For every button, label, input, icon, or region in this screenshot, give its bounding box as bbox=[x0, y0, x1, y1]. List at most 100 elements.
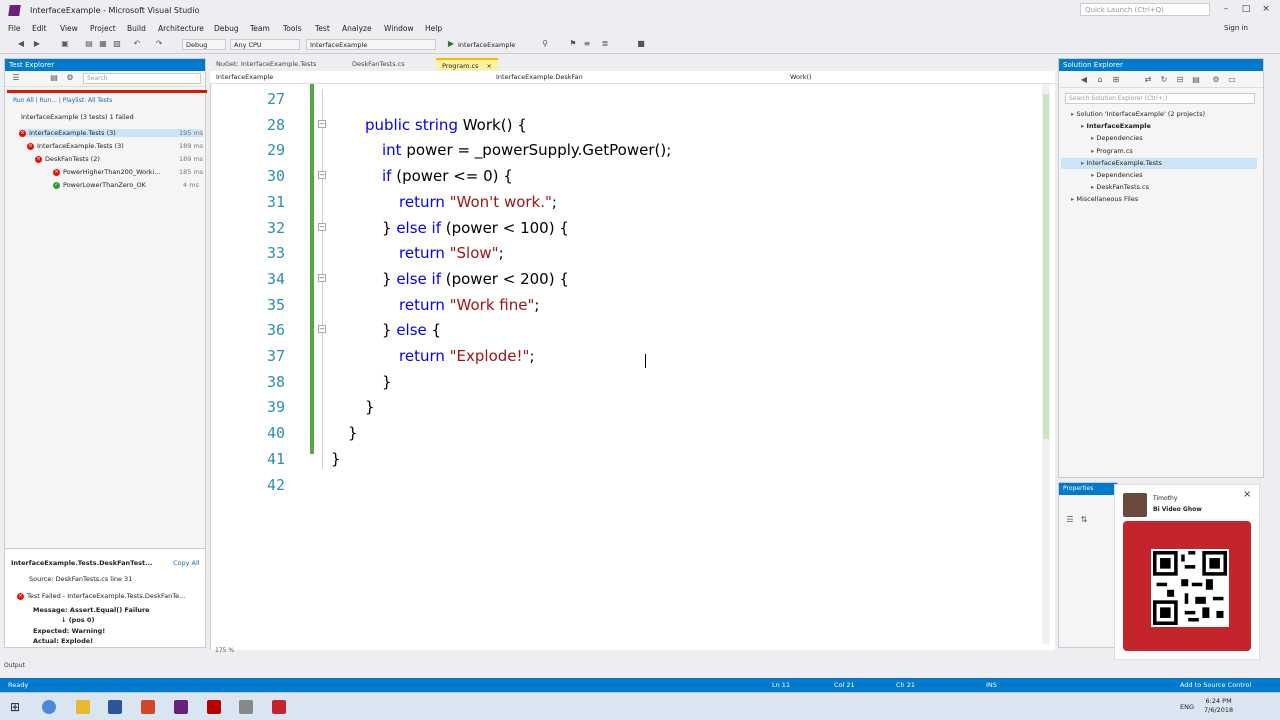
close-icon[interactable]: × bbox=[1260, 4, 1272, 14]
tab-nuget[interactable]: NuGet: InterfaceExample.Tests bbox=[210, 58, 322, 70]
show-all-files-icon[interactable]: ▤ bbox=[1191, 75, 1201, 85]
menu-help[interactable]: Help bbox=[425, 24, 442, 33]
categorized-icon[interactable]: ☰ bbox=[1065, 515, 1075, 525]
collapse-icon[interactable]: − bbox=[318, 222, 326, 231]
save-all-icon[interactable]: ▧ bbox=[112, 39, 122, 49]
menu-view[interactable]: View bbox=[60, 24, 78, 33]
undo-icon[interactable]: ↶ bbox=[132, 39, 142, 49]
add-to-source-control[interactable]: Add to Source Control bbox=[1180, 681, 1251, 689]
test-run-links[interactable]: Run All | Run... | Playlist: All Tests bbox=[13, 97, 112, 104]
nav-class-dropdown[interactable]: InterfaceExample.DeskFan bbox=[496, 73, 583, 81]
nav-project-dropdown[interactable]: InterfaceExample bbox=[216, 73, 273, 81]
line-number: 37 bbox=[266, 347, 285, 365]
nav-member-dropdown[interactable]: Work() bbox=[790, 73, 812, 81]
chrome-icon[interactable] bbox=[42, 700, 56, 714]
collapse-icon[interactable]: − bbox=[318, 273, 326, 282]
bookmark-icon[interactable]: ⚑ bbox=[568, 39, 578, 49]
startup-project-dropdown[interactable]: InterfaceExample bbox=[306, 39, 436, 50]
save-icon[interactable]: ▦ bbox=[98, 39, 108, 49]
menu-debug[interactable]: Debug bbox=[214, 24, 239, 33]
solution-tree-item[interactable]: ▸ Dependencies bbox=[1091, 134, 1143, 142]
sign-in-link[interactable]: Sign in bbox=[1224, 24, 1248, 32]
test-tree-row[interactable]: × PowerHigherThan200_Worki... 185 ms bbox=[53, 168, 203, 176]
zoom-level[interactable]: 175 % bbox=[215, 647, 234, 654]
collapse-icon[interactable]: − bbox=[318, 119, 326, 128]
tab-close-icon[interactable]: × bbox=[487, 62, 492, 70]
tab-deskfantests[interactable]: DeskFanTests.cs bbox=[346, 58, 411, 70]
windows-start-icon[interactable]: ⊞ bbox=[8, 700, 22, 714]
language-indicator[interactable]: ENG bbox=[1180, 703, 1194, 711]
system-clock[interactable]: 6:24 PM 7/6/2018 bbox=[1204, 697, 1233, 715]
solution-tree-item[interactable]: ▸ Dependencies bbox=[1091, 171, 1143, 179]
preview-icon[interactable]: ▭ bbox=[1227, 75, 1237, 85]
menu-file[interactable]: File bbox=[8, 24, 21, 33]
scroll-thumb[interactable] bbox=[1043, 94, 1049, 439]
test-tree-row[interactable]: ✓ PowerLowerThanZero_OK 4 ms bbox=[53, 181, 203, 189]
playlist-icon[interactable]: ▤ bbox=[49, 73, 59, 83]
minimize-icon[interactable]: – bbox=[1220, 4, 1232, 14]
collapse-icon[interactable]: − bbox=[318, 171, 326, 180]
output-label[interactable]: Output bbox=[4, 662, 25, 669]
tab-program[interactable]: Program.cs × bbox=[436, 58, 498, 70]
comment-icon[interactable]: ≡ bbox=[582, 39, 592, 49]
visual-studio-icon[interactable] bbox=[174, 700, 188, 714]
app-icon[interactable] bbox=[207, 700, 221, 714]
redo-icon[interactable]: ↷ bbox=[154, 39, 164, 49]
test-duration: 195 ms bbox=[179, 129, 204, 137]
solution-tree-item[interactable]: ▸ InterfaceExample bbox=[1081, 122, 1151, 130]
menu-analyze[interactable]: Analyze bbox=[342, 24, 372, 33]
menu-tools[interactable]: Tools bbox=[283, 24, 301, 33]
refresh-icon[interactable]: ↻ bbox=[1159, 75, 1169, 85]
solution-tree-item[interactable]: ▸ InterfaceExample.Tests bbox=[1081, 159, 1162, 167]
copy-all-link[interactable]: Copy All bbox=[173, 559, 200, 567]
properties-icon[interactable]: ⚙ bbox=[1211, 75, 1221, 85]
new-project-icon[interactable]: ▣ bbox=[60, 39, 70, 49]
menu-edit[interactable]: Edit bbox=[32, 24, 47, 33]
test-source-link[interactable]: Source: DeskFanTests.cs line 31 bbox=[29, 575, 132, 583]
home-icon[interactable]: ⌂ bbox=[1095, 75, 1105, 85]
vertical-scrollbar[interactable] bbox=[1042, 84, 1050, 644]
test-tree-row[interactable]: × DeskFanTests (2) 189 ms bbox=[35, 155, 203, 163]
start-debugging-icon[interactable]: ▶ bbox=[446, 39, 456, 49]
test-tree-row[interactable]: × InterfaceExample.Tests (3) 189 ms bbox=[27, 142, 203, 150]
platform-dropdown[interactable]: Any CPU bbox=[230, 39, 300, 50]
menu-team[interactable]: Team bbox=[250, 24, 270, 33]
quick-launch-input[interactable]: Quick Launch (Ctrl+Q) bbox=[1080, 3, 1210, 16]
menu-window[interactable]: Window bbox=[384, 24, 414, 33]
start-debugging-label[interactable]: InterfaceExample bbox=[458, 41, 515, 49]
menu-architecture[interactable]: Architecture bbox=[158, 24, 204, 33]
solution-tree-item[interactable]: ▸ Solution 'InterfaceExample' (2 project… bbox=[1071, 110, 1205, 118]
close-icon[interactable]: × bbox=[1243, 489, 1251, 500]
back-icon[interactable]: ◀ bbox=[1079, 75, 1089, 85]
collapse-all-icon[interactable]: ⊟ bbox=[1175, 75, 1185, 85]
settings-icon[interactable]: ⚙ bbox=[65, 73, 75, 83]
file-explorer-icon[interactable] bbox=[76, 700, 90, 714]
test-search-input[interactable]: Search bbox=[83, 73, 201, 84]
find-icon[interactable]: ⚲ bbox=[540, 39, 550, 49]
menu-build[interactable]: Build bbox=[127, 24, 146, 33]
back-icon[interactable]: ◀ bbox=[16, 39, 26, 49]
group-by-icon[interactable]: ☰ bbox=[11, 73, 21, 83]
powerpoint-icon[interactable] bbox=[141, 700, 155, 714]
sync-icon[interactable]: ⇄ bbox=[1143, 75, 1153, 85]
view-switch-icon[interactable]: ⊞ bbox=[1111, 75, 1121, 85]
solution-tree-item[interactable]: ▸ Miscellaneous Files bbox=[1071, 195, 1138, 203]
configuration-dropdown[interactable]: Debug bbox=[182, 39, 226, 50]
code-editor[interactable]: 27 28 public string Work() {29 int power = … bbox=[210, 84, 1055, 654]
solution-tree-item[interactable]: ▸ DeskFanTests.cs bbox=[1091, 183, 1149, 191]
forward-icon[interactable]: ▶ bbox=[32, 39, 42, 49]
collapse-icon[interactable]: − bbox=[318, 325, 326, 334]
menu-project[interactable]: Project bbox=[90, 24, 116, 33]
test-tree-row[interactable]: × InterfaceExample.Tests (3) 195 ms bbox=[19, 129, 203, 137]
recorder-icon[interactable] bbox=[272, 700, 286, 714]
maximize-icon[interactable]: □ bbox=[1240, 4, 1252, 14]
app-icon[interactable] bbox=[239, 700, 253, 714]
alphabetical-icon[interactable]: ⇅ bbox=[1079, 515, 1089, 525]
stop-icon[interactable]: ■ bbox=[636, 39, 646, 49]
solution-tree-item[interactable]: ▸ Program.cs bbox=[1091, 147, 1133, 155]
uncomment-icon[interactable]: ≣ bbox=[600, 39, 610, 49]
word-icon[interactable] bbox=[108, 700, 122, 714]
solution-search-input[interactable]: Search Solution Explorer (Ctrl+;) bbox=[1065, 93, 1255, 104]
menu-test[interactable]: Test bbox=[315, 24, 330, 33]
open-icon[interactable]: ▤ bbox=[84, 39, 94, 49]
